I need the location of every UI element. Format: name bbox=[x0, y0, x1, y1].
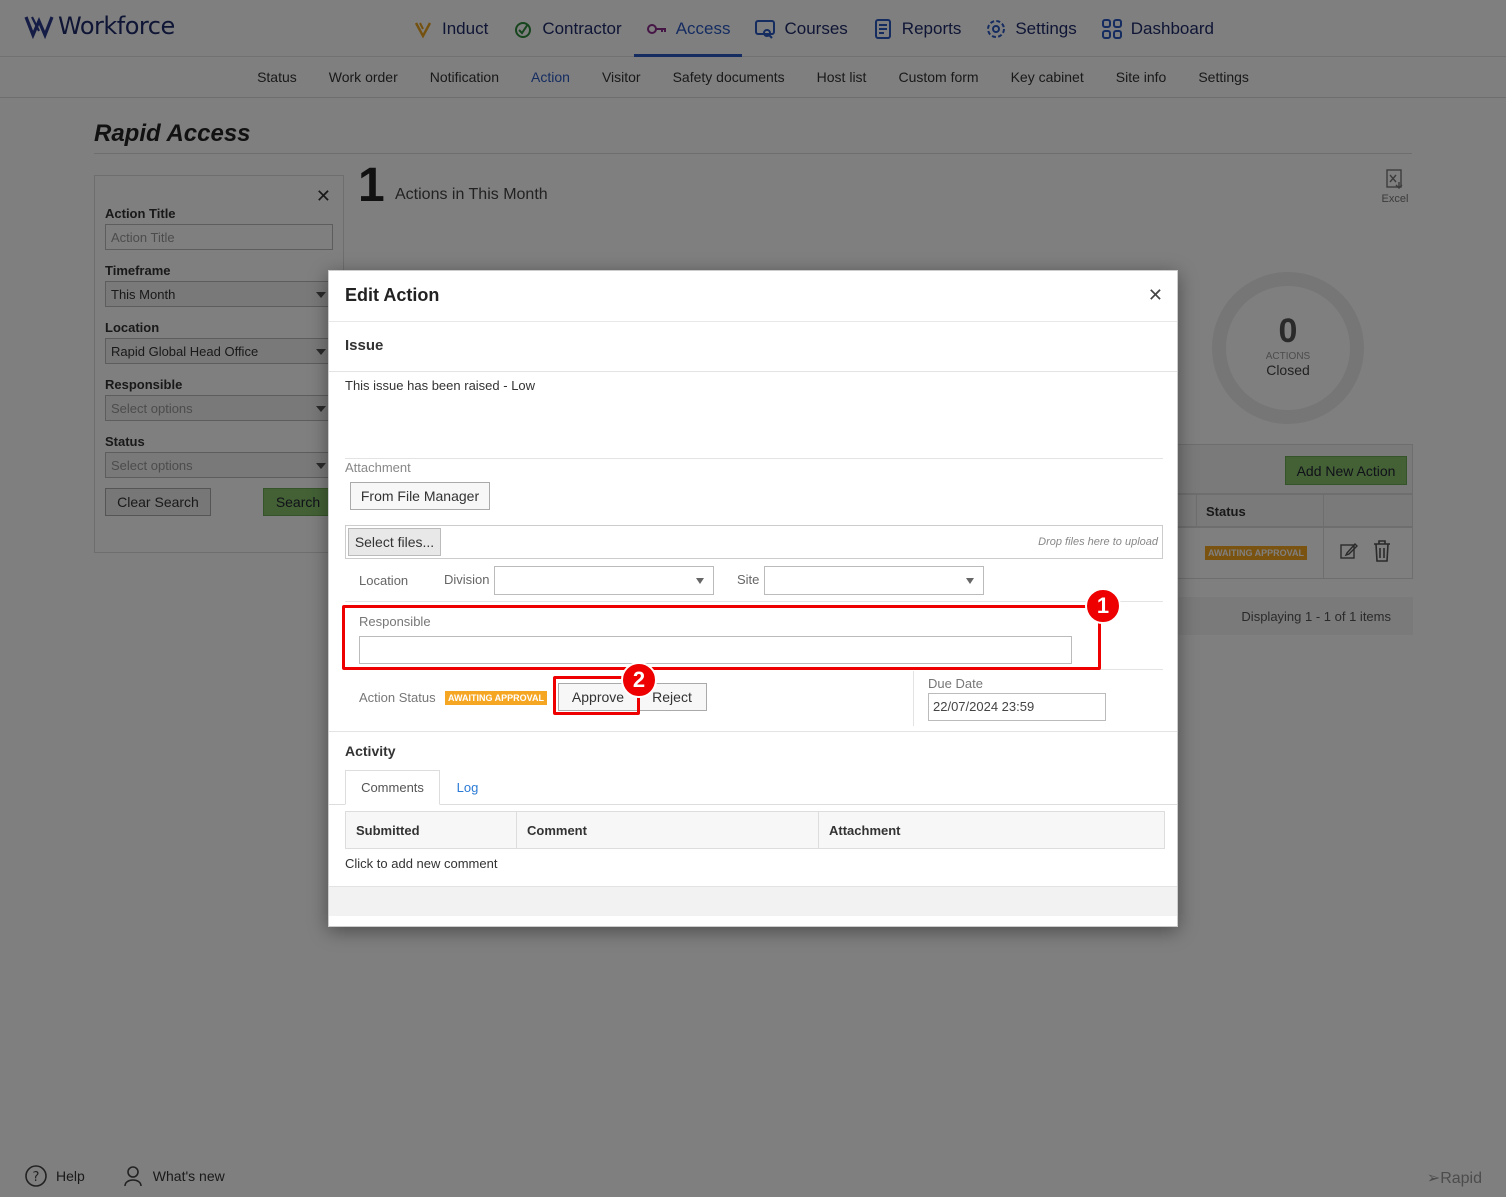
activity-section-title: Activity bbox=[345, 743, 396, 759]
attachment-column-header[interactable]: Attachment bbox=[819, 812, 1164, 848]
divider bbox=[329, 731, 1177, 732]
modal-title: Edit Action bbox=[345, 285, 440, 305]
divider bbox=[329, 371, 1177, 372]
close-icon[interactable]: ✕ bbox=[1148, 285, 1163, 306]
divider bbox=[329, 321, 1177, 322]
submitted-column-header[interactable]: Submitted bbox=[346, 812, 517, 848]
action-status-badge: AWAITING APPROVAL bbox=[445, 691, 548, 705]
select-files-button[interactable]: Select files... bbox=[348, 528, 441, 556]
file-upload-dropzone[interactable]: Select files... Drop files here to uploa… bbox=[345, 525, 1163, 559]
comment-column-header[interactable]: Comment bbox=[517, 812, 819, 848]
divider bbox=[345, 458, 1163, 459]
tab-log[interactable]: Log bbox=[445, 770, 490, 805]
edit-action-modal: Edit Action ✕ Issue This issue has been … bbox=[328, 270, 1178, 927]
tab-comments[interactable]: Comments bbox=[345, 770, 440, 805]
from-file-manager-button[interactable]: From File Manager bbox=[350, 482, 490, 510]
divider bbox=[913, 671, 914, 726]
add-comment-link[interactable]: Click to add new comment bbox=[345, 856, 497, 871]
action-status-label: Action Status bbox=[359, 690, 436, 705]
comments-table-header: Submitted Comment Attachment bbox=[345, 811, 1165, 849]
attachment-label: Attachment bbox=[345, 460, 411, 475]
location-label: Location bbox=[359, 573, 409, 588]
site-select[interactable] bbox=[764, 566, 984, 595]
issue-text: This issue has been raised - Low bbox=[345, 378, 536, 393]
division-select[interactable] bbox=[494, 566, 714, 595]
step-marker-1: 1 bbox=[1085, 588, 1121, 624]
issue-section-title: Issue bbox=[345, 337, 384, 354]
divider bbox=[345, 601, 1163, 602]
site-label: Site bbox=[737, 572, 760, 587]
modal-footer bbox=[329, 886, 1177, 916]
due-date-input[interactable]: 22/07/2024 23:59 bbox=[928, 693, 1106, 721]
step-marker-2: 2 bbox=[621, 662, 657, 698]
responsible-highlight bbox=[342, 605, 1101, 670]
division-label: Division bbox=[444, 572, 490, 587]
drop-hint: Drop files here to upload bbox=[1038, 536, 1158, 548]
due-date-label: Due Date bbox=[928, 676, 983, 691]
